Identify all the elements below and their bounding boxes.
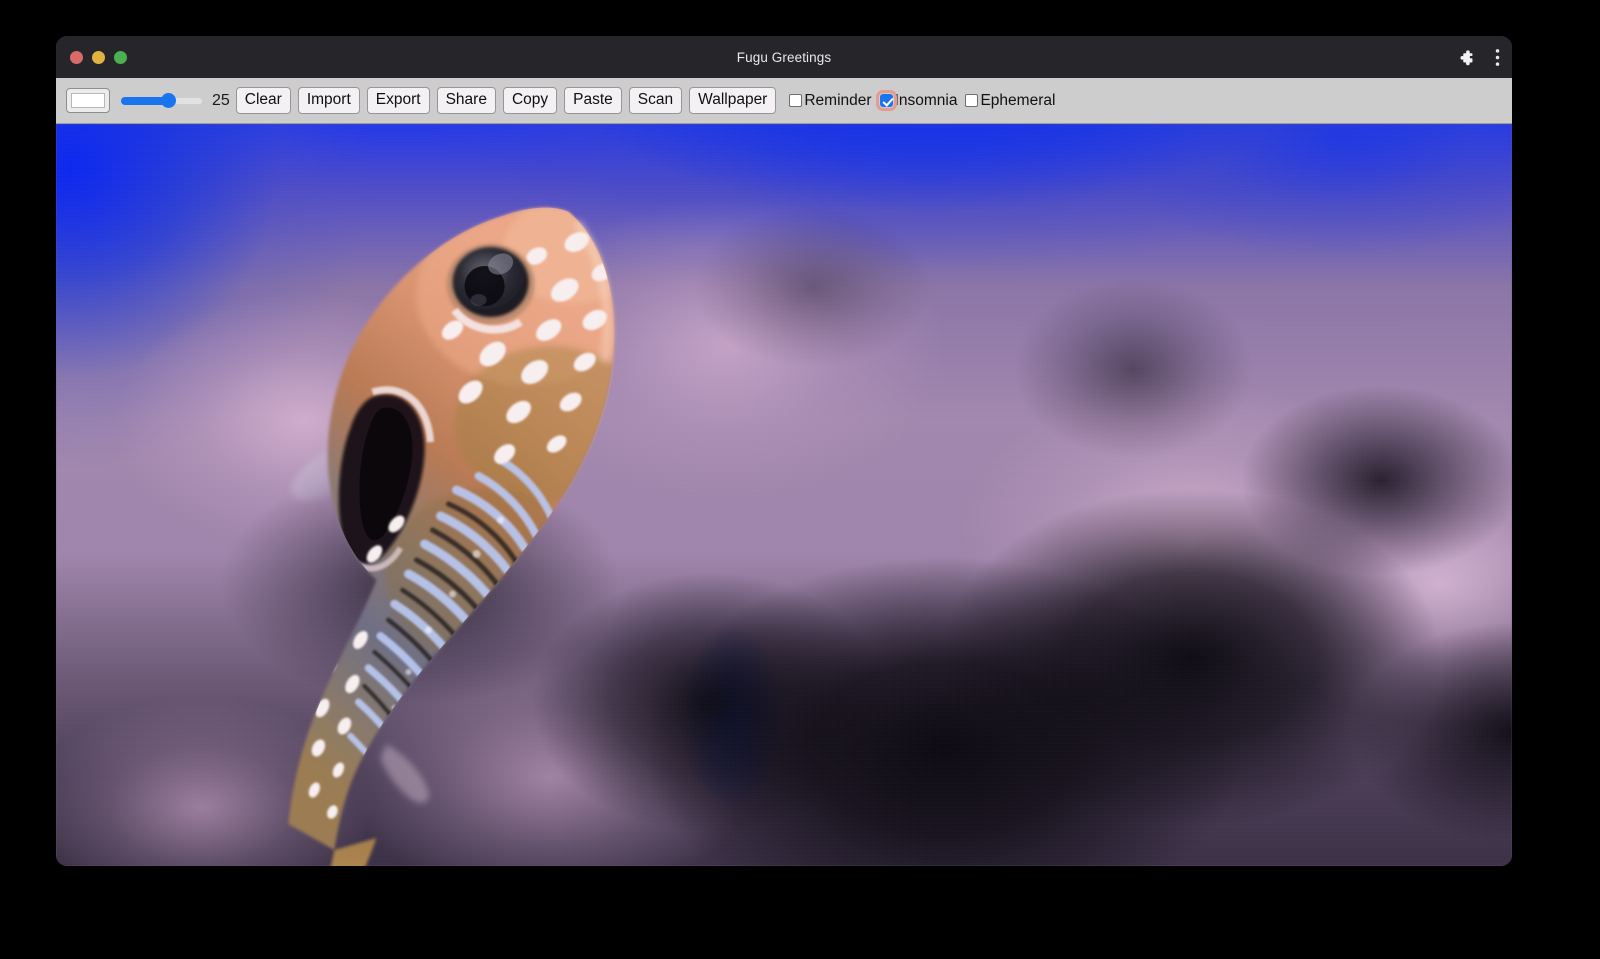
extensions-icon[interactable] — [1458, 49, 1475, 66]
reminder-checkbox-label[interactable]: Reminder — [804, 92, 871, 110]
export-button[interactable]: Export — [367, 87, 430, 114]
browser-window: Fugu Greetings — [56, 36, 1512, 866]
ephemeral-checkbox-group: Ephemeral — [959, 92, 1057, 110]
line-width-slider[interactable] — [121, 91, 203, 111]
titlebar-right-icons — [1458, 36, 1500, 78]
reef-photograph — [56, 124, 1512, 866]
wallpaper-button[interactable]: Wallpaper — [689, 87, 776, 114]
scan-button[interactable]: Scan — [629, 87, 682, 114]
import-button[interactable]: Import — [298, 87, 360, 114]
copy-button[interactable]: Copy — [503, 87, 557, 114]
insomnia-checkbox[interactable] — [880, 94, 893, 107]
share-button[interactable]: Share — [437, 87, 496, 114]
window-title: Fugu Greetings — [56, 50, 1512, 65]
app-toolbar: 25 Clear Import Export Share Copy Paste … — [56, 78, 1512, 124]
window-titlebar: Fugu Greetings — [56, 36, 1512, 78]
ephemeral-checkbox[interactable] — [965, 94, 978, 107]
clear-button[interactable]: Clear — [236, 87, 291, 114]
zoom-window-button[interactable] — [114, 51, 127, 64]
window-controls — [70, 36, 127, 78]
minimize-window-button[interactable] — [92, 51, 105, 64]
close-window-button[interactable] — [70, 51, 83, 64]
slider-thumb[interactable] — [161, 93, 176, 108]
color-picker-input[interactable] — [66, 88, 110, 113]
desktop-background: Fugu Greetings — [0, 0, 1600, 959]
drawing-canvas[interactable] — [56, 124, 1512, 866]
reminder-checkbox-group: Reminder — [783, 92, 873, 110]
browser-menu-icon[interactable] — [1495, 48, 1500, 67]
insomnia-checkbox-group: Insomnia — [874, 92, 960, 110]
slider-value-label: 25 — [212, 93, 230, 109]
insomnia-checkbox-label[interactable]: Insomnia — [895, 92, 958, 110]
reminder-checkbox[interactable] — [789, 94, 802, 107]
ephemeral-checkbox-label[interactable]: Ephemeral — [980, 92, 1055, 110]
paste-button[interactable]: Paste — [564, 87, 622, 114]
color-picker-swatch — [71, 93, 105, 108]
